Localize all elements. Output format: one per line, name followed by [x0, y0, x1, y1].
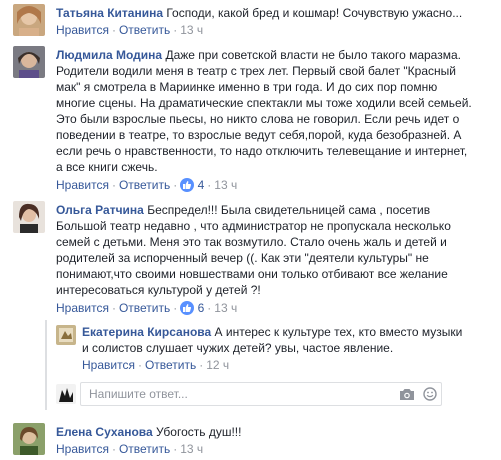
comment-time[interactable]: 13 ч — [180, 23, 203, 37]
like-button[interactable]: Нравится — [56, 23, 109, 37]
avatar[interactable] — [13, 201, 45, 233]
separator: · — [111, 301, 116, 315]
avatar[interactable] — [13, 4, 45, 36]
separator: · — [207, 178, 212, 192]
like-button[interactable]: Нравится — [56, 178, 109, 192]
avatar[interactable] — [13, 423, 45, 455]
comment-author[interactable]: Ольга Ратчина — [56, 203, 144, 217]
comment-text: Убогость душ!!! — [156, 425, 242, 439]
emoji-icon[interactable] — [423, 387, 437, 404]
thumbs-up-icon[interactable] — [180, 178, 195, 192]
comment-author[interactable]: Екатерина Кирсанова — [82, 325, 211, 339]
thumbs-up-icon[interactable] — [180, 301, 195, 315]
reply-input[interactable] — [81, 383, 381, 405]
separator: · — [137, 358, 142, 372]
like-button[interactable]: Нравится — [82, 358, 135, 372]
separator: · — [173, 178, 178, 192]
comment-time[interactable]: 13 ч — [214, 301, 237, 315]
avatar[interactable] — [13, 46, 45, 78]
separator: · — [173, 301, 178, 315]
avatar[interactable] — [56, 325, 76, 345]
comment-author[interactable]: Людмила Модина — [56, 48, 162, 62]
camera-icon[interactable] — [399, 387, 415, 404]
avatar — [56, 384, 76, 404]
comment-time[interactable]: 13 ч — [214, 178, 237, 192]
reply-button[interactable]: Ответить — [119, 23, 170, 37]
comment-time[interactable]: 12 ч — [206, 358, 229, 372]
comment-time[interactable]: 13 ч — [180, 442, 203, 456]
reply-button[interactable]: Ответить — [119, 301, 170, 315]
comment-author[interactable]: Татьяна Китанина — [56, 6, 163, 20]
comment-text: Даже при советской власти не было такого… — [56, 48, 472, 174]
reply-button[interactable]: Ответить — [119, 178, 170, 192]
separator: · — [111, 178, 116, 192]
reply-button[interactable]: Ответить — [145, 358, 196, 372]
separator: · — [111, 442, 116, 456]
separator: · — [199, 358, 204, 372]
reply-composer — [80, 382, 442, 406]
separator: · — [173, 23, 178, 37]
comment-text: Господи, какой бред и кошмар! Сочувствую… — [166, 6, 463, 20]
comment-text: Беспредел!!! Была свидетельницей сама , … — [56, 203, 451, 297]
separator: · — [207, 301, 212, 315]
reply-thread-line — [45, 320, 47, 410]
separator: · — [111, 23, 116, 37]
separator: · — [173, 442, 178, 456]
comment-author[interactable]: Елена Суханова — [56, 425, 153, 439]
like-button[interactable]: Нравится — [56, 301, 109, 315]
reply-button[interactable]: Ответить — [119, 442, 170, 456]
like-button[interactable]: Нравится — [56, 442, 109, 456]
